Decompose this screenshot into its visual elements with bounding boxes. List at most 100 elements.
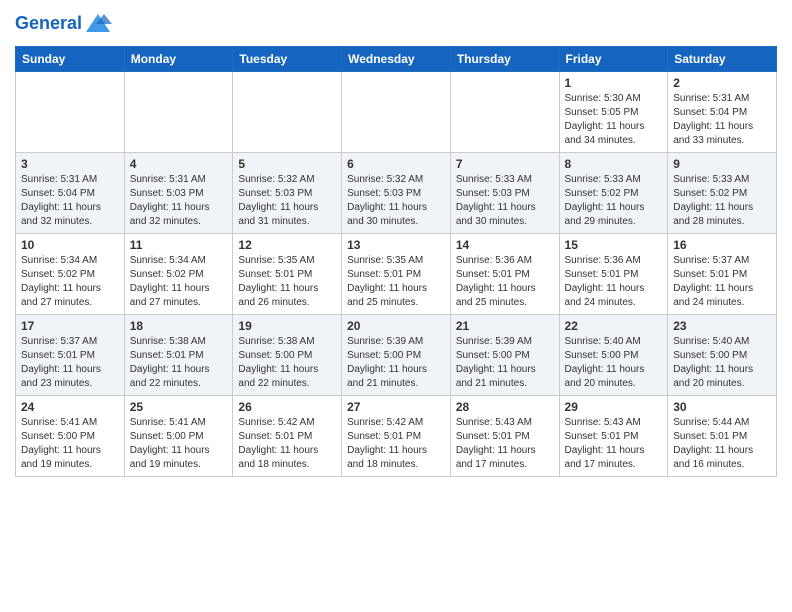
day-info: Sunrise: 5:38 AM Sunset: 5:01 PM Dayligh… xyxy=(130,335,228,391)
calendar-cell: 1Sunrise: 5:30 AM Sunset: 5:05 PM Daylig… xyxy=(559,72,668,153)
calendar-cell: 8 Sunrise: 5:33 AM Sunset: 5:02 PM Daylig… xyxy=(559,153,668,234)
calendar-cell: 25 Sunrise: 5:41 AM Sunset: 5:00 PM Dayli… xyxy=(124,396,233,477)
day-info: Sunrise: 5:32 AM Sunset: 5:03 PM Dayligh… xyxy=(347,173,445,229)
day-number: 5 xyxy=(238,157,336,171)
calendar-cell: 20 Sunrise: 5:39 AM Sunset: 5:00 PM Dayli… xyxy=(342,315,451,396)
calendar-cell: 24Sunrise: 5:41 AM Sunset: 5:00 PM Dayli… xyxy=(16,396,125,477)
day-number: 25 xyxy=(130,400,228,414)
calendar-cell: 17 Sunrise: 5:37 AM Sunset: 5:01 PM Dayli… xyxy=(16,315,125,396)
calendar-cell: 27 Sunrise: 5:42 AM Sunset: 5:01 PM Dayli… xyxy=(342,396,451,477)
day-number: 11 xyxy=(130,238,228,252)
logo-icon xyxy=(84,10,112,38)
day-info: Sunrise: 5:41 AM Sunset: 5:00 PM Dayligh… xyxy=(21,416,119,472)
day-number: 7 xyxy=(456,157,554,171)
day-info: Sunrise: 5:35 AM Sunset: 5:01 PM Dayligh… xyxy=(347,254,445,310)
day-number: 13 xyxy=(347,238,445,252)
week-row-3: 17 Sunrise: 5:37 AM Sunset: 5:01 PM Dayli… xyxy=(16,315,777,396)
calendar-cell: 29 Sunrise: 5:43 AM Sunset: 5:01 PM Dayli… xyxy=(559,396,668,477)
day-number: 19 xyxy=(238,319,336,333)
week-row-4: 24Sunrise: 5:41 AM Sunset: 5:00 PM Dayli… xyxy=(16,396,777,477)
day-number: 28 xyxy=(456,400,554,414)
day-info: Sunrise: 5:43 AM Sunset: 5:01 PM Dayligh… xyxy=(565,416,663,472)
day-number: 14 xyxy=(456,238,554,252)
weekday-header-saturday: Saturday xyxy=(668,47,777,72)
day-info: Sunrise: 5:31 AM Sunset: 5:04 PM Dayligh… xyxy=(21,173,119,229)
weekday-header-thursday: Thursday xyxy=(450,47,559,72)
calendar-cell xyxy=(124,72,233,153)
day-number: 12 xyxy=(238,238,336,252)
calendar-cell: 15 Sunrise: 5:36 AM Sunset: 5:01 PM Dayli… xyxy=(559,234,668,315)
week-row-2: 10 Sunrise: 5:34 AM Sunset: 5:02 PM Dayli… xyxy=(16,234,777,315)
calendar-cell: 2 Sunrise: 5:31 AM Sunset: 5:04 PM Daylig… xyxy=(668,72,777,153)
day-number: 17 xyxy=(21,319,119,333)
calendar-cell: 11 Sunrise: 5:34 AM Sunset: 5:02 PM Dayli… xyxy=(124,234,233,315)
week-row-0: 1Sunrise: 5:30 AM Sunset: 5:05 PM Daylig… xyxy=(16,72,777,153)
day-info: Sunrise: 5:31 AM Sunset: 5:04 PM Dayligh… xyxy=(673,92,771,148)
day-info: Sunrise: 5:37 AM Sunset: 5:01 PM Dayligh… xyxy=(673,254,771,310)
calendar-cell xyxy=(342,72,451,153)
weekday-header-friday: Friday xyxy=(559,47,668,72)
day-number: 10 xyxy=(21,238,119,252)
day-info: Sunrise: 5:42 AM Sunset: 5:01 PM Dayligh… xyxy=(238,416,336,472)
weekday-header-sunday: Sunday xyxy=(16,47,125,72)
day-info: Sunrise: 5:41 AM Sunset: 5:00 PM Dayligh… xyxy=(130,416,228,472)
day-number: 4 xyxy=(130,157,228,171)
calendar-cell xyxy=(233,72,342,153)
calendar-cell xyxy=(450,72,559,153)
calendar-cell: 30 Sunrise: 5:44 AM Sunset: 5:01 PM Dayli… xyxy=(668,396,777,477)
day-number: 6 xyxy=(347,157,445,171)
day-number: 27 xyxy=(347,400,445,414)
day-info: Sunrise: 5:36 AM Sunset: 5:01 PM Dayligh… xyxy=(565,254,663,310)
day-info: Sunrise: 5:40 AM Sunset: 5:00 PM Dayligh… xyxy=(565,335,663,391)
day-number: 18 xyxy=(130,319,228,333)
calendar-cell: 6 Sunrise: 5:32 AM Sunset: 5:03 PM Daylig… xyxy=(342,153,451,234)
calendar-cell xyxy=(16,72,125,153)
day-info: Sunrise: 5:33 AM Sunset: 5:02 PM Dayligh… xyxy=(673,173,771,229)
calendar-cell: 3Sunrise: 5:31 AM Sunset: 5:04 PM Daylig… xyxy=(16,153,125,234)
day-info: Sunrise: 5:44 AM Sunset: 5:01 PM Dayligh… xyxy=(673,416,771,472)
day-number: 9 xyxy=(673,157,771,171)
page: General SundayMondayTuesdayWednesdayThur… xyxy=(0,0,792,612)
day-number: 1 xyxy=(565,76,663,90)
weekday-header-row: SundayMondayTuesdayWednesdayThursdayFrid… xyxy=(16,47,777,72)
day-number: 30 xyxy=(673,400,771,414)
calendar-cell: 13 Sunrise: 5:35 AM Sunset: 5:01 PM Dayli… xyxy=(342,234,451,315)
day-number: 16 xyxy=(673,238,771,252)
calendar-cell: 23 Sunrise: 5:40 AM Sunset: 5:00 PM Dayli… xyxy=(668,315,777,396)
logo-text: General xyxy=(15,14,82,34)
day-number: 20 xyxy=(347,319,445,333)
weekday-header-tuesday: Tuesday xyxy=(233,47,342,72)
calendar-cell: 16 Sunrise: 5:37 AM Sunset: 5:01 PM Dayli… xyxy=(668,234,777,315)
day-info: Sunrise: 5:37 AM Sunset: 5:01 PM Dayligh… xyxy=(21,335,119,391)
calendar-cell: 28Sunrise: 5:43 AM Sunset: 5:01 PM Dayli… xyxy=(450,396,559,477)
day-number: 23 xyxy=(673,319,771,333)
calendar-cell: 21Sunrise: 5:39 AM Sunset: 5:00 PM Dayli… xyxy=(450,315,559,396)
calendar-cell: 22 Sunrise: 5:40 AM Sunset: 5:00 PM Dayli… xyxy=(559,315,668,396)
day-number: 8 xyxy=(565,157,663,171)
day-info: Sunrise: 5:32 AM Sunset: 5:03 PM Dayligh… xyxy=(238,173,336,229)
logo: General xyxy=(15,10,112,38)
day-info: Sunrise: 5:40 AM Sunset: 5:00 PM Dayligh… xyxy=(673,335,771,391)
calendar-cell: 18 Sunrise: 5:38 AM Sunset: 5:01 PM Dayli… xyxy=(124,315,233,396)
day-info: Sunrise: 5:42 AM Sunset: 5:01 PM Dayligh… xyxy=(347,416,445,472)
day-info: Sunrise: 5:33 AM Sunset: 5:03 PM Dayligh… xyxy=(456,173,554,229)
week-row-1: 3Sunrise: 5:31 AM Sunset: 5:04 PM Daylig… xyxy=(16,153,777,234)
calendar-cell: 10Sunrise: 5:34 AM Sunset: 5:02 PM Dayli… xyxy=(16,234,125,315)
calendar-cell: 7 Sunrise: 5:33 AM Sunset: 5:03 PM Daylig… xyxy=(450,153,559,234)
calendar-cell: 12Sunrise: 5:35 AM Sunset: 5:01 PM Dayli… xyxy=(233,234,342,315)
calendar-cell: 9 Sunrise: 5:33 AM Sunset: 5:02 PM Daylig… xyxy=(668,153,777,234)
header: General xyxy=(15,10,777,38)
day-info: Sunrise: 5:39 AM Sunset: 5:00 PM Dayligh… xyxy=(347,335,445,391)
day-number: 15 xyxy=(565,238,663,252)
day-number: 26 xyxy=(238,400,336,414)
weekday-header-wednesday: Wednesday xyxy=(342,47,451,72)
day-info: Sunrise: 5:36 AM Sunset: 5:01 PM Dayligh… xyxy=(456,254,554,310)
day-number: 21 xyxy=(456,319,554,333)
calendar-cell: 4Sunrise: 5:31 AM Sunset: 5:03 PM Daylig… xyxy=(124,153,233,234)
day-info: Sunrise: 5:34 AM Sunset: 5:02 PM Dayligh… xyxy=(130,254,228,310)
calendar-cell: 19Sunrise: 5:38 AM Sunset: 5:00 PM Dayli… xyxy=(233,315,342,396)
day-number: 29 xyxy=(565,400,663,414)
day-info: Sunrise: 5:33 AM Sunset: 5:02 PM Dayligh… xyxy=(565,173,663,229)
day-number: 22 xyxy=(565,319,663,333)
day-number: 2 xyxy=(673,76,771,90)
